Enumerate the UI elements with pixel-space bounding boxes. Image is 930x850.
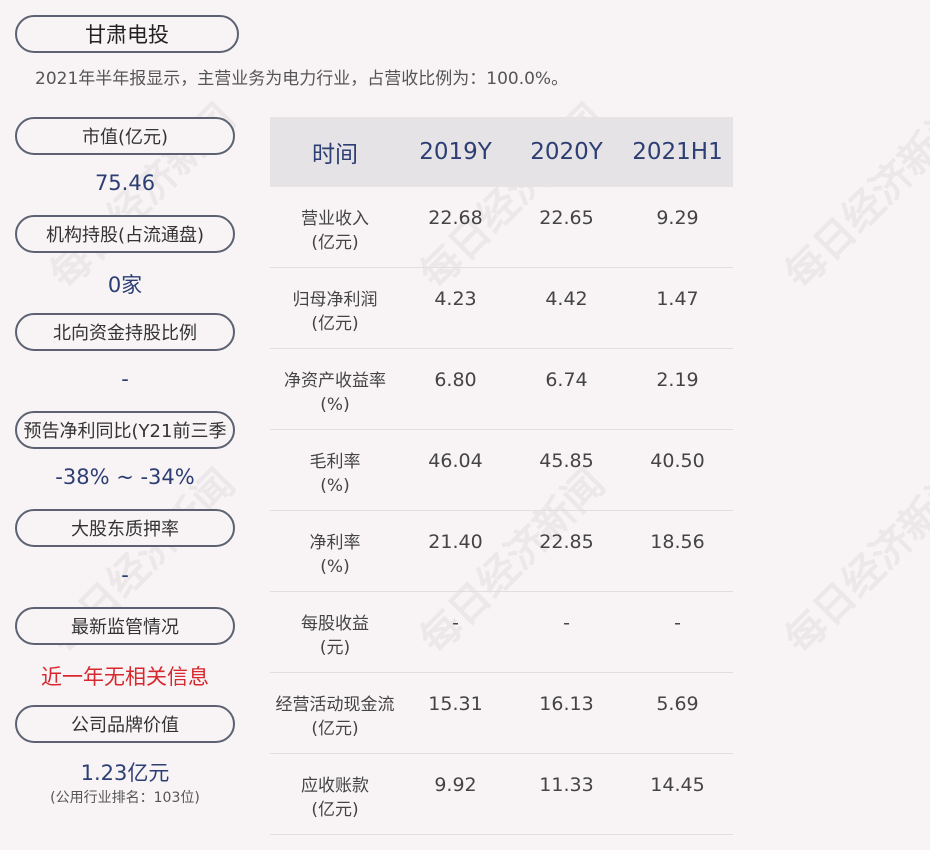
cell-value: -	[674, 612, 681, 634]
header-cell: 2021H1	[632, 139, 723, 165]
row-label: 净资产收益率 (%)	[270, 349, 400, 429]
watermark: 每日经济新闻	[776, 95, 930, 298]
cell-value: 9.29	[656, 207, 699, 229]
metric-market-cap: 市值(亿元) 75.46	[15, 117, 235, 215]
metric-subtext: (公用行业排名：103位)	[50, 790, 200, 806]
row-label-unit: (亿元)	[311, 233, 359, 253]
metric-value: 75.46	[94, 171, 156, 195]
cell-value: 21.40	[428, 531, 483, 553]
cell-value: 6.74	[545, 369, 588, 391]
row-label-name: 应收账款	[301, 776, 369, 796]
cell-value: 4.42	[545, 288, 588, 310]
metric-value: 1.23亿元	[80, 761, 170, 785]
cell-value: 16.13	[539, 693, 594, 715]
metric-label: 公司品牌价值	[15, 705, 235, 743]
cell-value: 22.65	[539, 207, 594, 229]
table-body: 营业收入 (亿元) 22.68 22.65 9.29 归母净利润 (亿元) 4.23 4.42 1…	[270, 187, 733, 835]
cell-value: 11.33	[539, 774, 594, 796]
row-label-name: 营业收入	[301, 209, 369, 229]
metric-label: 大股东质押率	[15, 509, 235, 547]
cell-value: 46.04	[428, 450, 483, 472]
metrics-column: 市值(亿元) 75.46 机构持股(占流通盘) 0家 北向资金持股比例 - 预告…	[15, 117, 235, 806]
table-row: 净利率 (%) 21.40 22.85 18.56	[270, 511, 733, 592]
table-row: 毛利率 (%) 46.04 45.85 40.50	[270, 430, 733, 511]
cell-value: 4.23	[434, 288, 477, 310]
metric-label: 北向资金持股比例	[15, 313, 235, 351]
metric-value: -38% ~ -34%	[55, 465, 195, 489]
metric-brand-value: 公司品牌价值 1.23亿元 (公用行业排名：103位)	[15, 705, 235, 806]
table-row: 营业收入 (亿元) 22.68 22.65 9.29	[270, 187, 733, 268]
row-label: 净利率 (%)	[270, 511, 400, 591]
cell-value: 2.19	[656, 369, 699, 391]
row-label-unit: (%)	[320, 395, 350, 415]
cell-value: 22.85	[539, 531, 594, 553]
table-row: 净资产收益率 (%) 6.80 6.74 2.19	[270, 349, 733, 430]
row-label: 归母净利润 (亿元)	[270, 268, 400, 348]
metric-value: -	[121, 367, 129, 391]
cell-value: 40.50	[650, 450, 705, 472]
metric-label: 预告净利同比(Y21前三季	[15, 411, 235, 449]
header-cell: 2020Y	[530, 139, 603, 165]
metric-label: 机构持股(占流通盘)	[15, 215, 235, 253]
table-row: 每股收益 (元) - - -	[270, 592, 733, 673]
company-name: 甘肃电投	[15, 15, 239, 53]
cell-value: 6.80	[434, 369, 477, 391]
row-label-unit: (亿元)	[311, 719, 359, 739]
metric-institutional-holdings: 机构持股(占流通盘) 0家	[15, 215, 235, 313]
row-label-unit: (元)	[319, 638, 351, 658]
row-label-name: 净资产收益率	[284, 371, 386, 391]
row-label: 每股收益 (元)	[270, 592, 400, 672]
metric-value: 0家	[107, 273, 143, 297]
row-label: 营业收入 (亿元)	[270, 187, 400, 267]
metric-pledge-ratio: 大股东质押率 -	[15, 509, 235, 607]
cell-value: 1.47	[656, 288, 699, 310]
row-label-name: 归母净利润	[292, 290, 378, 310]
table-row: 应收账款 (亿元) 9.92 11.33 14.45	[270, 754, 733, 835]
row-label-name: 每股收益	[301, 614, 369, 634]
row-label-name: 净利率	[309, 533, 361, 553]
financial-table: 时间 2019Y 2020Y 2021H1 营业收入 (亿元) 22.68 22.65…	[270, 117, 733, 835]
cell-value: -	[452, 612, 459, 634]
table-header: 时间 2019Y 2020Y 2021H1	[270, 117, 733, 187]
cell-value: 9.92	[434, 774, 477, 796]
business-summary: 2021年半年报显示，主营业务为电力行业，占营收比例为：100.0%。	[35, 69, 569, 89]
row-label-unit: (%)	[320, 557, 350, 577]
cell-value: 45.85	[539, 450, 594, 472]
cell-value: 14.45	[650, 774, 705, 796]
metric-profit-forecast: 预告净利同比(Y21前三季 -38% ~ -34%	[15, 411, 235, 509]
watermark: 每日经济新闻	[776, 460, 930, 663]
cell-value: 15.31	[428, 693, 483, 715]
row-label-unit: (亿元)	[311, 800, 359, 820]
table-row: 归母净利润 (亿元) 4.23 4.42 1.47	[270, 268, 733, 349]
table-row: 经营活动现金流 (亿元) 15.31 16.13 5.69	[270, 673, 733, 754]
row-label-unit: (亿元)	[311, 314, 359, 334]
row-label: 经营活动现金流 (亿元)	[270, 673, 400, 753]
row-label-name: 经营活动现金流	[275, 695, 395, 715]
header-cell: 时间	[312, 142, 358, 168]
row-label: 毛利率 (%)	[270, 430, 400, 510]
metric-value: 近一年无相关信息	[41, 665, 209, 689]
cell-value: 22.68	[428, 207, 483, 229]
header-cell: 2019Y	[419, 139, 492, 165]
row-label-unit: (%)	[320, 476, 350, 496]
cell-value: -	[563, 612, 570, 634]
metric-value: -	[121, 563, 129, 587]
metric-label: 市值(亿元)	[15, 117, 235, 155]
row-label: 应收账款 (亿元)	[270, 754, 400, 834]
metric-label: 最新监管情况	[15, 607, 235, 645]
metric-regulatory: 最新监管情况 近一年无相关信息	[15, 607, 235, 705]
cell-value: 5.69	[656, 693, 699, 715]
cell-value: 18.56	[650, 531, 705, 553]
metric-northbound-ratio: 北向资金持股比例 -	[15, 313, 235, 411]
row-label-name: 毛利率	[309, 452, 361, 472]
